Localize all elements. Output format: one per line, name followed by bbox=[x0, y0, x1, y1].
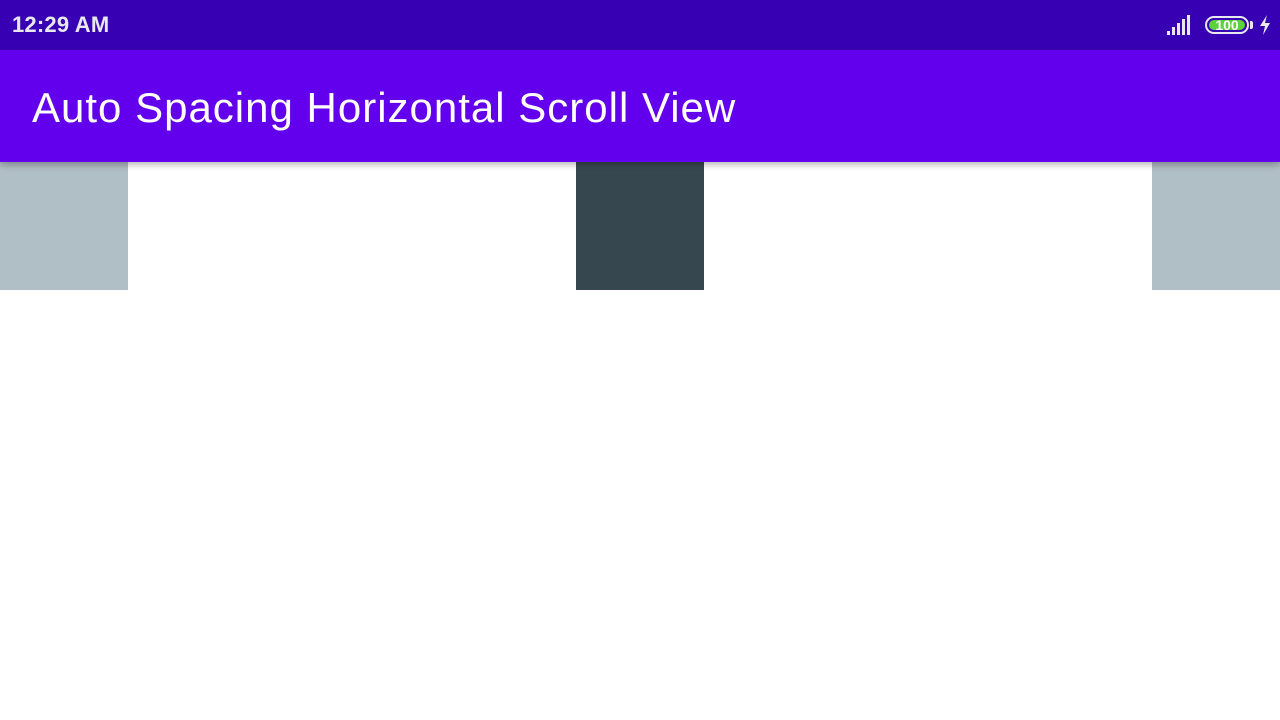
battery-icon: 100 bbox=[1205, 16, 1249, 34]
scroll-item-left bbox=[0, 162, 128, 290]
status-icons: 100 bbox=[1167, 14, 1272, 36]
status-time: 12:29 AM bbox=[12, 12, 110, 37]
signal-icon bbox=[1167, 15, 1190, 35]
app-bar: Auto Spacing Horizontal Scroll View bbox=[0, 50, 1280, 162]
scroll-item-center bbox=[576, 162, 704, 290]
status-bar: 12:29 AM 100 bbox=[0, 0, 1280, 50]
horizontal-scroll-view[interactable] bbox=[0, 162, 1280, 290]
page-title: Auto Spacing Horizontal Scroll View bbox=[32, 84, 737, 131]
scroll-item-right bbox=[1152, 162, 1280, 290]
charging-icon bbox=[1260, 15, 1270, 35]
battery-nub bbox=[1250, 21, 1253, 29]
battery-level: 100 bbox=[1215, 17, 1239, 33]
